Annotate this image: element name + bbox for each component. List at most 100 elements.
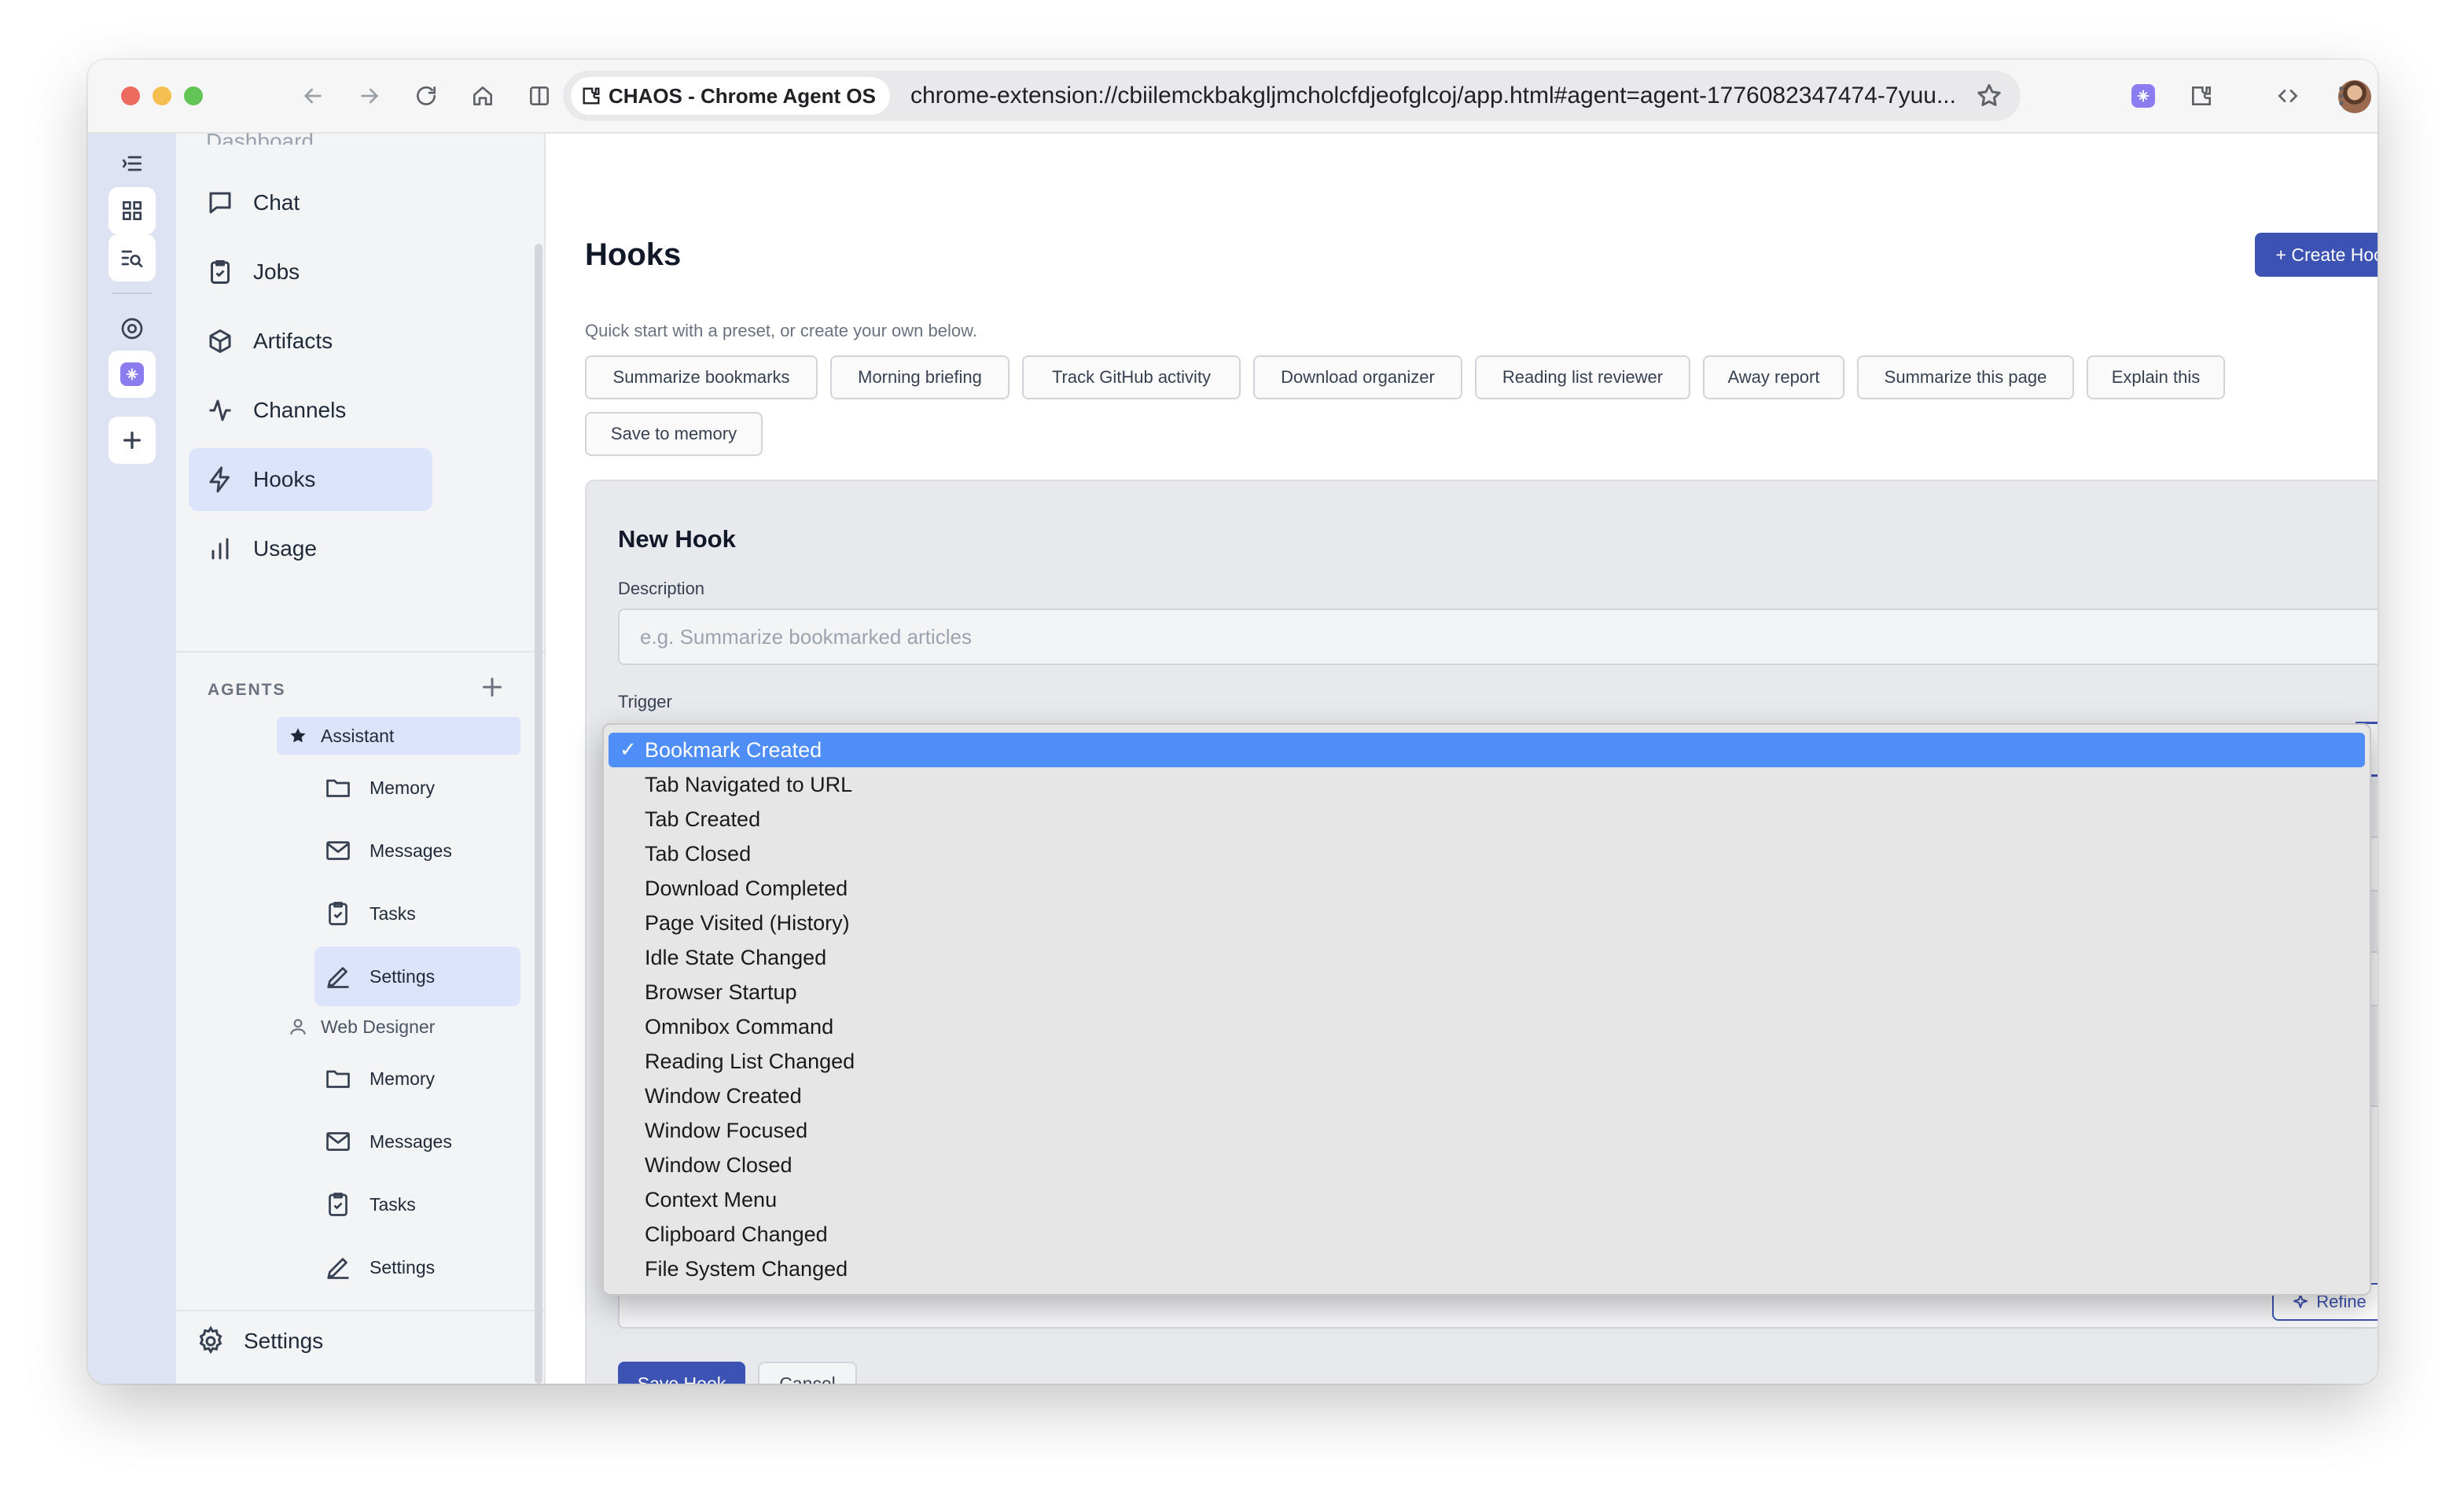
sidebar-item-messages[interactable]: Messages [314,821,520,881]
agent-assistant[interactable]: Assistant [277,717,520,755]
sub-item-label: Messages [370,1131,452,1152]
url-text[interactable]: chrome-extension://cbiilemckbakgljmcholc… [910,83,1964,109]
preset-morning-briefing[interactable]: Morning briefing [830,355,1010,399]
cancel-button[interactable]: Cancel [758,1362,857,1384]
create-hook-button[interactable]: + Create Hook [2255,233,2378,277]
sidebar-item-memory[interactable]: Memory [314,1049,520,1108]
search-list-icon[interactable] [108,234,156,281]
close-window-button[interactable] [121,86,140,105]
extensions-puzzle-icon[interactable] [2183,77,2220,115]
sidebar-item-settings[interactable]: Settings [314,947,520,1006]
sidebar-item-chat[interactable]: Chat [189,171,432,234]
trigger-option[interactable]: Window Focused [609,1113,2365,1148]
trigger-option[interactable]: Window Created [609,1079,2365,1113]
pen-icon [327,1258,349,1279]
sub-item-label: Settings [370,1256,436,1278]
trigger-option[interactable]: Browser Startup [609,975,2365,1009]
extension-icon[interactable] [2124,77,2162,115]
trigger-option[interactable]: Download Completed [609,871,2365,906]
sub-item-label: Settings [370,965,436,987]
preset-summarize-this-page[interactable]: Summarize this page [1857,355,2074,399]
add-agent-icon[interactable] [478,673,506,701]
sidebar-settings-label: Settings [244,1329,324,1353]
preset-explain-this[interactable]: Explain this [2087,355,2225,399]
extension-puzzle-icon [583,87,600,105]
sidebar-item-label: Usage [253,536,317,561]
trigger-option[interactable]: File System Changed [609,1252,2365,1286]
home-icon[interactable] [464,77,502,115]
agents-heading: AGENTS [208,681,286,699]
trigger-option[interactable]: ✓ Bookmark Created [609,733,2365,767]
folder-icon [326,779,350,797]
back-icon[interactable] [294,77,332,115]
minimize-window-button[interactable] [153,86,171,105]
page-title: Hooks [585,237,682,272]
sidebar-item-dashboard-partial[interactable]: Dashboard [206,129,314,145]
trigger-option[interactable]: Tab Closed [609,836,2365,871]
check-icon: ✓ [620,737,637,761]
agent-name: Web Designer [321,1016,436,1037]
chat-icon [209,192,231,214]
trigger-option[interactable]: Page Visited (History) [609,906,2365,940]
clipboard-icon [211,260,230,284]
sidebar-scrollbar[interactable] [535,244,542,1384]
agent-app-icon[interactable] [108,351,156,398]
sidebar-item-artifacts[interactable]: Artifacts [189,310,432,373]
browser-window: CHAOS - Chrome Agent OS chrome-extension… [88,60,2378,1384]
sidebar-item-channels[interactable]: Channels [189,379,432,442]
browser-menu-icon[interactable] [2322,77,2360,115]
sub-item-label: Tasks [370,1193,416,1215]
trigger-option[interactable]: Window Closed [609,1148,2365,1182]
sidebar-item-settings[interactable]: Settings [314,1237,520,1297]
sidebar-item-tasks[interactable]: Tasks [314,884,520,943]
trigger-option[interactable]: Clipboard Changed [609,1217,2365,1252]
sidebar-item-tasks[interactable]: Tasks [314,1175,520,1234]
sidebar-item-memory[interactable]: Memory [314,758,520,818]
menu-toggle-icon[interactable] [108,140,156,187]
sidebar-item-hooks[interactable]: Hooks [189,448,432,511]
add-icon[interactable] [108,417,156,464]
reload-icon[interactable] [407,77,445,115]
save-hook-button[interactable]: Save Hook [618,1362,745,1384]
description-label: Description [618,579,705,598]
box-icon [209,329,231,353]
preset-track-github-activity[interactable]: Track GitHub activity [1022,355,1241,399]
sub-item-label: Messages [370,840,452,861]
maximize-window-button[interactable] [184,86,203,105]
agent-web-designer[interactable]: Web Designer [277,1008,520,1046]
trigger-option[interactable]: Omnibox Command [609,1009,2365,1044]
preset-summarize-bookmarks[interactable]: Summarize bookmarks [585,355,818,399]
gear-icon [199,1325,222,1355]
pen-icon [327,967,349,988]
forward-icon[interactable] [351,77,388,115]
devtools-code-icon[interactable] [2269,77,2307,115]
site-info-chip[interactable]: CHAOS - Chrome Agent OS [571,77,890,115]
sidebar-settings[interactable]: Settings [195,1325,323,1357]
trigger-option[interactable]: Context Menu [609,1182,2365,1217]
trigger-label: Trigger [618,692,672,711]
trigger-option[interactable]: Idle State Changed [609,940,2365,975]
preset-away-report[interactable]: Away report [1703,355,1844,399]
preset-reading-list-reviewer[interactable]: Reading list reviewer [1475,355,1690,399]
trigger-option[interactable]: Tab Created [609,802,2365,836]
sidebar-item-usage[interactable]: Usage [189,517,432,580]
side-panel-icon[interactable] [520,77,558,115]
address-bar[interactable]: CHAOS - Chrome Agent OS chrome-extension… [563,71,2021,121]
preset-download-organizer[interactable]: Download organizer [1253,355,1462,399]
trigger-option[interactable]: Tab Navigated to URL [609,767,2365,802]
preset-save-to-memory[interactable]: Save to memory [585,412,763,456]
description-input[interactable]: e.g. Summarize bookmarked articles [618,608,2378,665]
grid-icon[interactable] [108,187,156,234]
bookmark-star-icon[interactable] [1975,82,2003,110]
sidebar-item-label: Chat [253,190,300,215]
browser-toolbar: CHAOS - Chrome Agent OS chrome-extension… [88,60,2378,134]
sidebar-item-label: Channels [253,398,347,422]
sub-item-label: Tasks [370,903,416,924]
mail-icon [326,1132,350,1151]
agent-name: Assistant [321,725,395,746]
sidebar-item-messages[interactable]: Messages [314,1112,520,1171]
sidebar-item-jobs[interactable]: Jobs [189,241,432,303]
trigger-option[interactable]: Reading List Changed [609,1044,2365,1079]
chrome-icon[interactable] [108,305,156,352]
sub-item-label: Memory [370,777,436,798]
